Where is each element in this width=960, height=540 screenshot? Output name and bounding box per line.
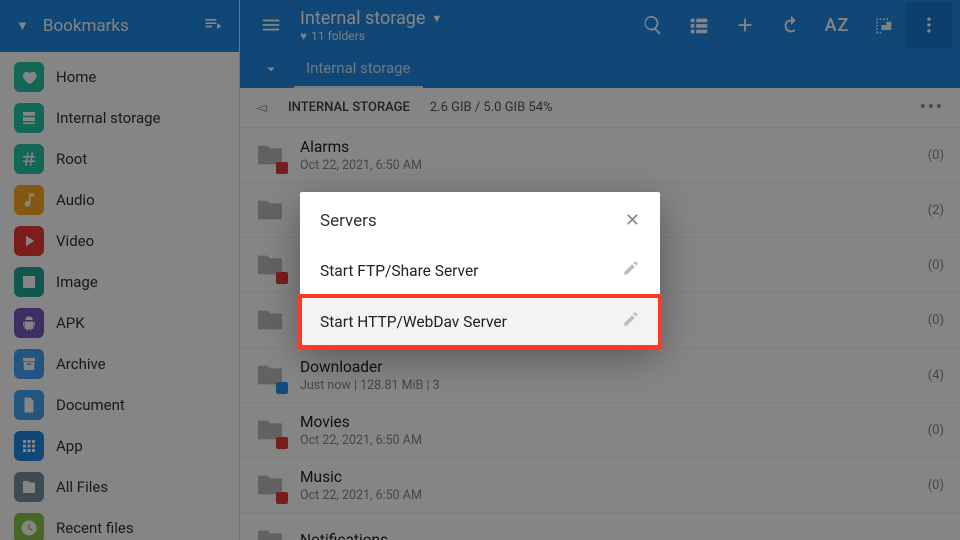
option-label: Start FTP/Share Server [320,262,478,280]
option-label: Start HTTP/WebDav Server [320,313,507,331]
dialog-title: Servers [320,211,625,231]
server-option[interactable]: Start HTTP/WebDav Server [300,296,660,347]
dialog-scrim[interactable]: Servers ✕ Start FTP/Share Server Start HT… [0,0,960,540]
pencil-icon[interactable] [622,259,640,282]
server-option[interactable]: Start FTP/Share Server [300,245,660,296]
servers-dialog: Servers ✕ Start FTP/Share Server Start HT… [300,192,660,347]
pencil-icon[interactable] [622,310,640,333]
close-icon[interactable]: ✕ [625,210,640,231]
